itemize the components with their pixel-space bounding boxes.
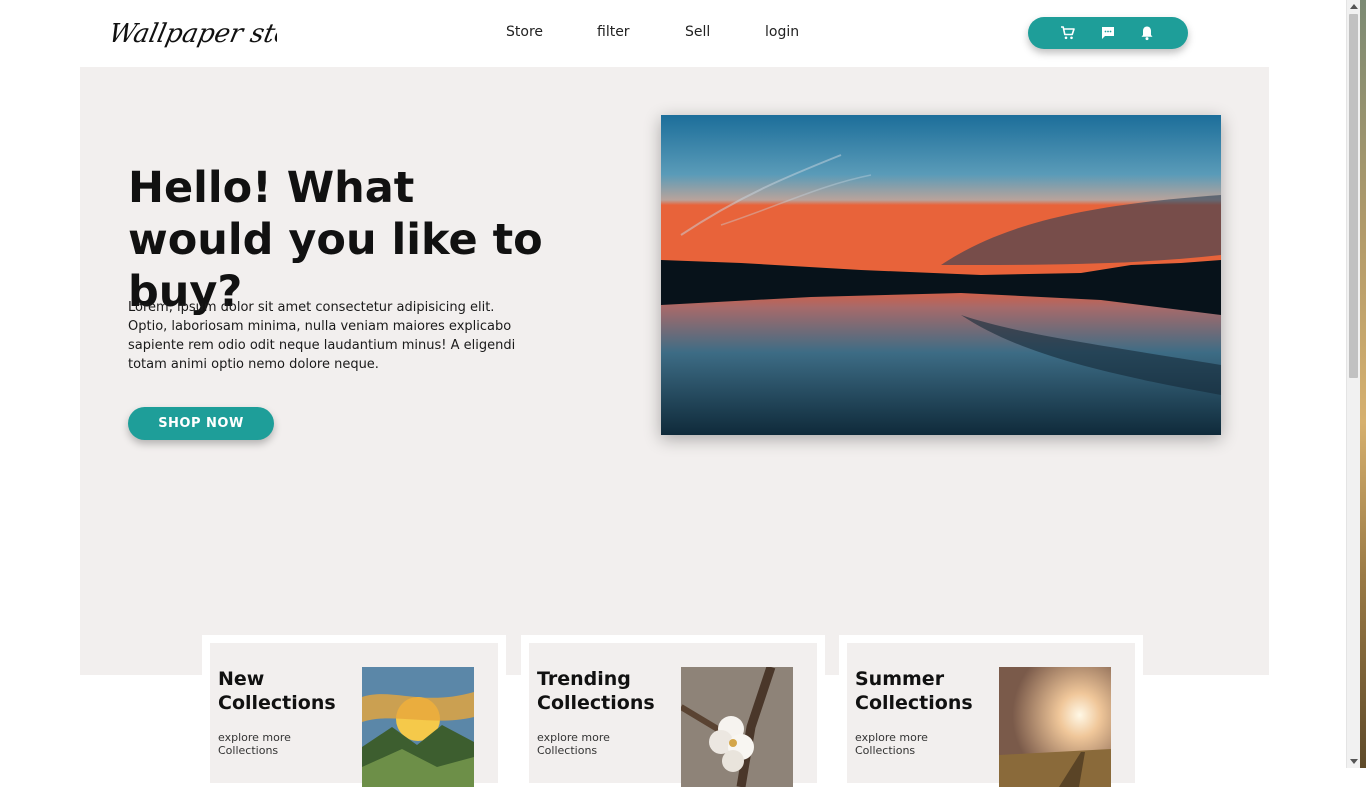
hero-image [661,115,1221,435]
hero-title: Hello! What would you like to buy? [128,163,543,317]
card-title: New Collections [218,668,336,714]
message-icon[interactable] [1100,25,1116,41]
logo[interactable]: Wallpaper store Wallpaper store [112,12,277,56]
scroll-thumb[interactable] [1349,14,1358,378]
hero-description: Lorem, ipsum dolor sit amet consectetur … [128,300,516,372]
explore-link[interactable]: explore more Collections [855,731,965,757]
nav-store[interactable]: Store [506,24,543,40]
scroll-down-icon[interactable] [1350,759,1358,764]
bell-icon[interactable] [1139,25,1155,41]
explore-link[interactable]: explore more Collections [218,731,328,757]
logo-text: Wallpaper store [112,19,277,49]
scroll-up-icon[interactable] [1350,4,1358,9]
header-icon-bar [1028,17,1188,49]
cart-icon[interactable] [1060,25,1076,41]
vertical-scrollbar[interactable] [1346,0,1360,768]
card-title: Summer Collections [855,668,973,714]
collection-card-new[interactable]: New Collections explore more Collections [202,635,506,787]
nav-login[interactable]: login [765,24,799,40]
card-title: Trending Collections [537,668,655,714]
collection-card-summer[interactable]: Summer Collections explore more Collecti… [839,635,1143,787]
card-thumbnail [362,667,474,787]
nav-filter[interactable]: filter [597,24,630,40]
nav-sell[interactable]: Sell [685,24,710,40]
collection-card-trending[interactable]: Trending Collections explore more Collec… [521,635,825,787]
card-thumbnail [999,667,1111,787]
explore-link[interactable]: explore more Collections [537,731,647,757]
shop-now-button[interactable]: SHOP NOW [128,407,274,440]
card-thumbnail [681,667,793,787]
